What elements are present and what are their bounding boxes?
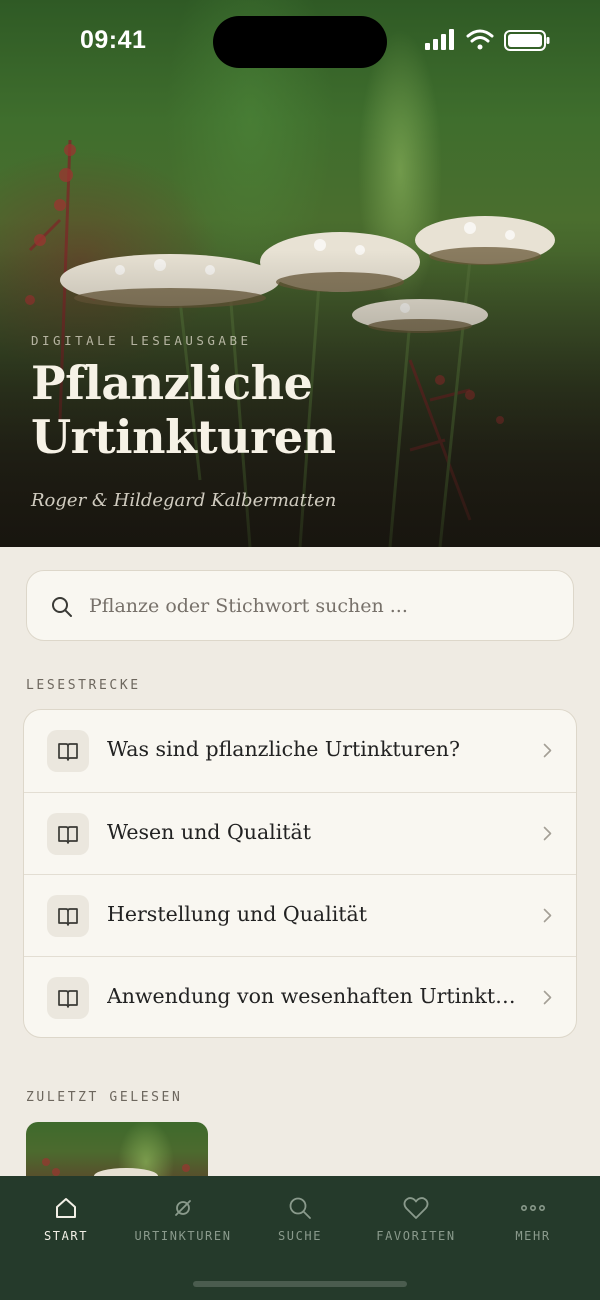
list-item[interactable]: Herstellung und Qualität [24, 874, 576, 956]
list-item-label: Anwendung von wesenhaften Urtinkturen [107, 984, 527, 1008]
book-icon-badge [47, 977, 89, 1019]
tab-urtinkturen[interactable]: URTINKTUREN [128, 1196, 238, 1256]
tab-label: FAVORITEN [376, 1229, 456, 1243]
chevron-right-icon [543, 908, 552, 923]
list-item[interactable]: Was sind pflanzliche Urtinkturen? [24, 710, 576, 792]
search-icon [289, 1197, 311, 1219]
tab-favoriten[interactable]: FAVORITEN [361, 1196, 471, 1256]
more-icon [520, 1205, 545, 1212]
book-icon [58, 743, 78, 761]
book-icon [58, 826, 78, 844]
hero-authors: Roger & Hildegard Kalbermatten [31, 490, 337, 511]
tab-suche[interactable]: SUCHE [245, 1196, 355, 1256]
heart-icon [403, 1197, 429, 1219]
section-label-reading-path: LESESTRECKE [26, 678, 141, 693]
list-item-label: Wesen und Qualität [107, 820, 311, 844]
wifi-icon [466, 29, 494, 50]
page-title: Pflanzliche Urtinkturen [31, 356, 571, 464]
chevron-right-icon [543, 826, 552, 841]
dynamic-island [213, 16, 387, 68]
book-icon-badge [47, 730, 89, 772]
list-item[interactable]: Anwendung von wesenhaften Urtinkturen [24, 956, 576, 1037]
tab-label: START [43, 1229, 89, 1243]
list-item-label: Was sind pflanzliche Urtinkturen? [107, 737, 460, 761]
home-indicator [193, 1281, 407, 1287]
cellular-signal-icon [425, 29, 454, 50]
book-icon-badge [47, 895, 89, 937]
battery-icon [504, 30, 550, 51]
tab-mehr[interactable]: MEHR [478, 1196, 588, 1256]
section-label-recent: ZULETZT GELESEN [26, 1090, 183, 1105]
tab-start[interactable]: START [11, 1196, 121, 1256]
list-item[interactable]: Wesen und Qualität [24, 792, 576, 874]
hero-banner: 09:41 DIGITALE LESEAUSGABE Pflanzliche U… [0, 0, 600, 547]
empty-set-icon [175, 1200, 191, 1216]
search-input[interactable] [89, 589, 549, 623]
tab-label: SUCHE [277, 1229, 323, 1243]
title-line-1: Pflanzliche [31, 356, 313, 410]
chevron-right-icon [543, 743, 552, 758]
book-icon [58, 908, 78, 926]
tab-label: MEHR [515, 1229, 551, 1243]
recent-item-thumbnail[interactable] [26, 1122, 208, 1182]
tab-label: URTINKTUREN [134, 1229, 232, 1243]
book-icon [58, 990, 78, 1008]
thumbnail-image [42, 1158, 190, 1182]
home-icon [56, 1198, 76, 1218]
search-bar[interactable] [26, 570, 574, 641]
search-icon [52, 597, 72, 617]
status-icons [425, 29, 550, 51]
title-line-2: Urtinkturen [31, 410, 336, 464]
chevron-right-icon [543, 990, 552, 1005]
status-time: 09:41 [80, 26, 147, 54]
hero-kicker: DIGITALE LESEAUSGABE [31, 333, 252, 348]
reading-path-list: Was sind pflanzliche Urtinkturen? Wesen … [23, 709, 577, 1038]
book-icon-badge [47, 813, 89, 855]
list-item-label: Herstellung und Qualität [107, 902, 367, 926]
